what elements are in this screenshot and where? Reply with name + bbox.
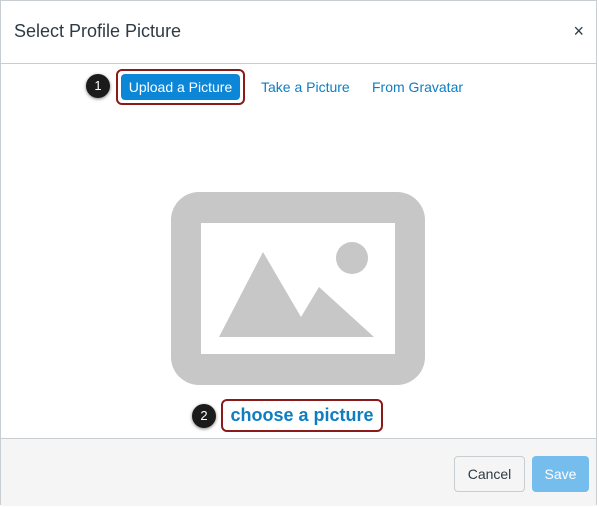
callout-badge-2: 2 — [192, 404, 216, 428]
dialog-footer: Cancel Save — [1, 438, 596, 506]
dialog-title: Select Profile Picture — [14, 21, 182, 41]
close-icon[interactable]: × — [573, 21, 584, 41]
dialog-header: Select Profile Picture × — [1, 1, 596, 64]
choose-a-picture-link[interactable]: choose a picture — [221, 399, 383, 432]
picture-source-tabs: 1 Upload a Picture Take a Picture From G… — [1, 69, 596, 109]
tab-take-a-picture[interactable]: Take a Picture — [261, 74, 350, 100]
select-profile-picture-dialog: Select Profile Picture × 1 Upload a Pict… — [0, 0, 597, 506]
callout-badge-1: 1 — [86, 74, 110, 98]
save-button[interactable]: Save — [532, 456, 589, 492]
tab-from-gravatar[interactable]: From Gravatar — [372, 74, 463, 100]
tab-upload-a-picture[interactable]: Upload a Picture — [121, 74, 240, 100]
image-placeholder-icon — [171, 192, 425, 385]
cancel-button[interactable]: Cancel — [454, 456, 525, 492]
